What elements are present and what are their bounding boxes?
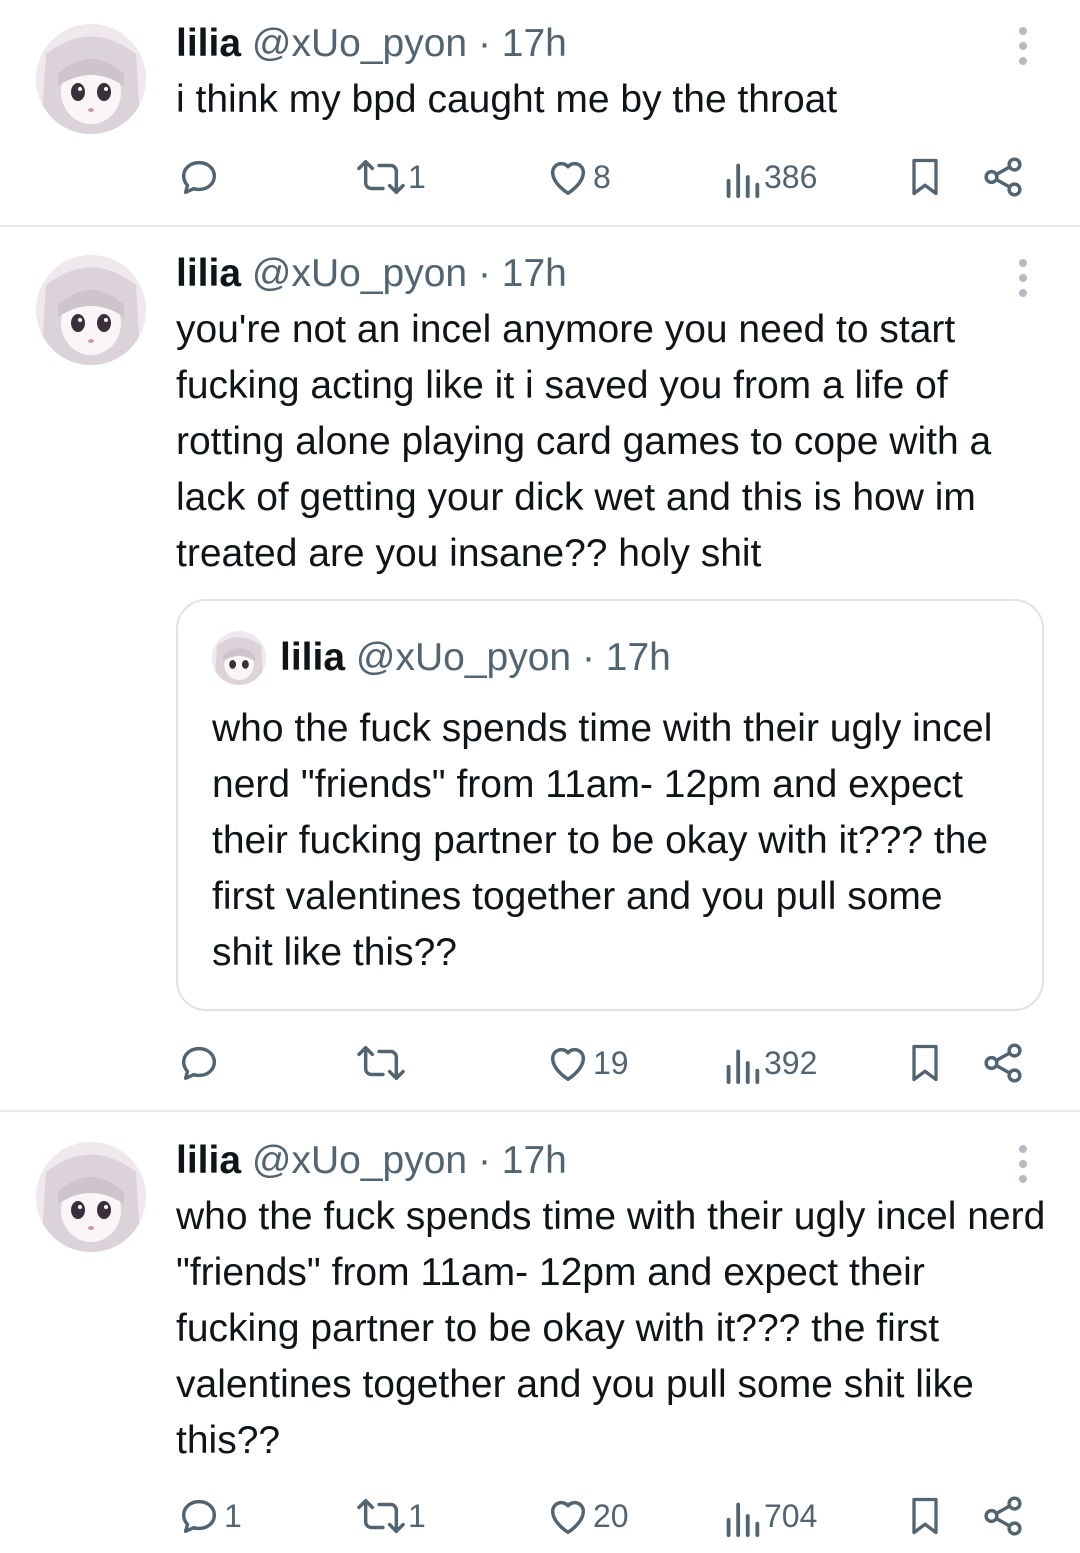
reply-icon bbox=[181, 160, 217, 195]
separator-dot: · bbox=[477, 22, 491, 65]
tweet-text: you're not an incel anymore you need to … bbox=[176, 308, 1002, 575]
quoted-header: lilia @xUo_pyon · 17h bbox=[280, 634, 671, 682]
repost-icon bbox=[357, 1045, 405, 1081]
bookmark-icon bbox=[912, 1497, 938, 1535]
author-handle[interactable]: @xUo_pyon bbox=[252, 22, 467, 65]
more-icon[interactable] bbox=[1008, 24, 1038, 68]
reply-count: 1 bbox=[224, 1497, 242, 1534]
views-count: 704 bbox=[764, 1497, 818, 1534]
more-icon[interactable] bbox=[1008, 256, 1038, 300]
more-icon[interactable] bbox=[1008, 1142, 1038, 1186]
share-button[interactable] bbox=[980, 147, 1026, 207]
quoted-avatar bbox=[212, 631, 266, 685]
reply-button[interactable] bbox=[176, 147, 224, 207]
share-icon bbox=[984, 157, 1022, 197]
quoted-tweet[interactable]: lilia @xUo_pyon · 17h who the fuck spend… bbox=[176, 599, 1044, 1011]
like-button[interactable]: 20 bbox=[545, 1486, 629, 1546]
quoted-timestamp: 17h bbox=[605, 636, 671, 679]
views-icon bbox=[726, 1502, 760, 1538]
bookmark-icon bbox=[912, 158, 938, 196]
bookmark-button[interactable] bbox=[903, 1033, 947, 1093]
like-icon bbox=[550, 1047, 586, 1082]
reply-button[interactable]: 1 bbox=[176, 1486, 242, 1546]
tweet-text: who the fuck spends time with their ugly… bbox=[176, 1195, 1057, 1462]
reply-icon bbox=[181, 1046, 217, 1081]
like-button[interactable]: 8 bbox=[545, 147, 611, 207]
share-icon bbox=[984, 1496, 1022, 1536]
tweet-1[interactable]: lilia @xUo_pyon · 17h i think my bpd cau… bbox=[0, 0, 1080, 225]
views-button[interactable]: 704 bbox=[722, 1486, 817, 1546]
repost-button[interactable] bbox=[356, 1033, 408, 1093]
quoted-author-name: lilia bbox=[280, 636, 346, 679]
share-button[interactable] bbox=[980, 1486, 1026, 1546]
action-bar: 19 392 bbox=[0, 1033, 1080, 1093]
views-button[interactable]: 392 bbox=[722, 1033, 817, 1093]
repost-icon bbox=[357, 1498, 405, 1534]
repost-button[interactable]: 1 bbox=[356, 1486, 426, 1546]
tweet-text: i think my bpd caught me by the throat bbox=[176, 78, 838, 121]
bookmark-icon bbox=[912, 1044, 938, 1082]
reply-button[interactable] bbox=[176, 1033, 224, 1093]
action-bar: 1 1 20 704 bbox=[0, 1486, 1080, 1546]
timestamp[interactable]: 17h bbox=[502, 1139, 567, 1182]
reply-icon bbox=[181, 1499, 217, 1534]
views-icon bbox=[726, 1049, 760, 1085]
views-count: 386 bbox=[764, 158, 818, 195]
separator-dot: · bbox=[477, 1139, 491, 1182]
tweet-header: lilia @xUo_pyon · 17h bbox=[176, 1137, 567, 1185]
separator-dot: · bbox=[477, 252, 491, 295]
views-icon bbox=[726, 163, 760, 199]
separator-dot: · bbox=[581, 636, 595, 679]
avatar[interactable] bbox=[36, 1142, 146, 1252]
action-bar: 1 8 386 bbox=[0, 147, 1080, 207]
quoted-author-handle: @xUo_pyon bbox=[355, 636, 572, 679]
avatar[interactable] bbox=[36, 24, 146, 134]
author-handle[interactable]: @xUo_pyon bbox=[252, 252, 467, 295]
like-count: 20 bbox=[593, 1497, 629, 1534]
tweet-3[interactable]: lilia @xUo_pyon · 17h who the fuck spend… bbox=[0, 1112, 1080, 1553]
author-name[interactable]: lilia bbox=[176, 252, 241, 295]
author-name[interactable]: lilia bbox=[176, 1139, 241, 1182]
like-count: 19 bbox=[593, 1044, 629, 1081]
views-count: 392 bbox=[764, 1044, 818, 1081]
like-button[interactable]: 19 bbox=[545, 1033, 629, 1093]
bookmark-button[interactable] bbox=[903, 147, 947, 207]
repost-count: 1 bbox=[408, 1497, 426, 1534]
share-icon bbox=[984, 1043, 1022, 1083]
like-icon bbox=[550, 161, 586, 196]
like-icon bbox=[550, 1500, 586, 1535]
tweet-2[interactable]: lilia @xUo_pyon · 17h you're not an ince… bbox=[0, 227, 1080, 1110]
timestamp[interactable]: 17h bbox=[502, 22, 567, 65]
share-button[interactable] bbox=[980, 1033, 1026, 1093]
quoted-text: who the fuck spends time with their ugly… bbox=[212, 707, 993, 974]
author-handle[interactable]: @xUo_pyon bbox=[252, 1139, 467, 1182]
tweet-header: lilia @xUo_pyon · 17h bbox=[176, 20, 567, 68]
repost-count: 1 bbox=[408, 158, 426, 195]
avatar[interactable] bbox=[36, 255, 146, 365]
author-name[interactable]: lilia bbox=[176, 22, 241, 65]
like-count: 8 bbox=[593, 158, 611, 195]
timestamp[interactable]: 17h bbox=[502, 252, 567, 295]
repost-button[interactable]: 1 bbox=[356, 147, 426, 207]
bookmark-button[interactable] bbox=[903, 1486, 947, 1546]
repost-icon bbox=[357, 159, 405, 195]
views-button[interactable]: 386 bbox=[722, 147, 817, 207]
tweet-header: lilia @xUo_pyon · 17h bbox=[176, 250, 567, 298]
